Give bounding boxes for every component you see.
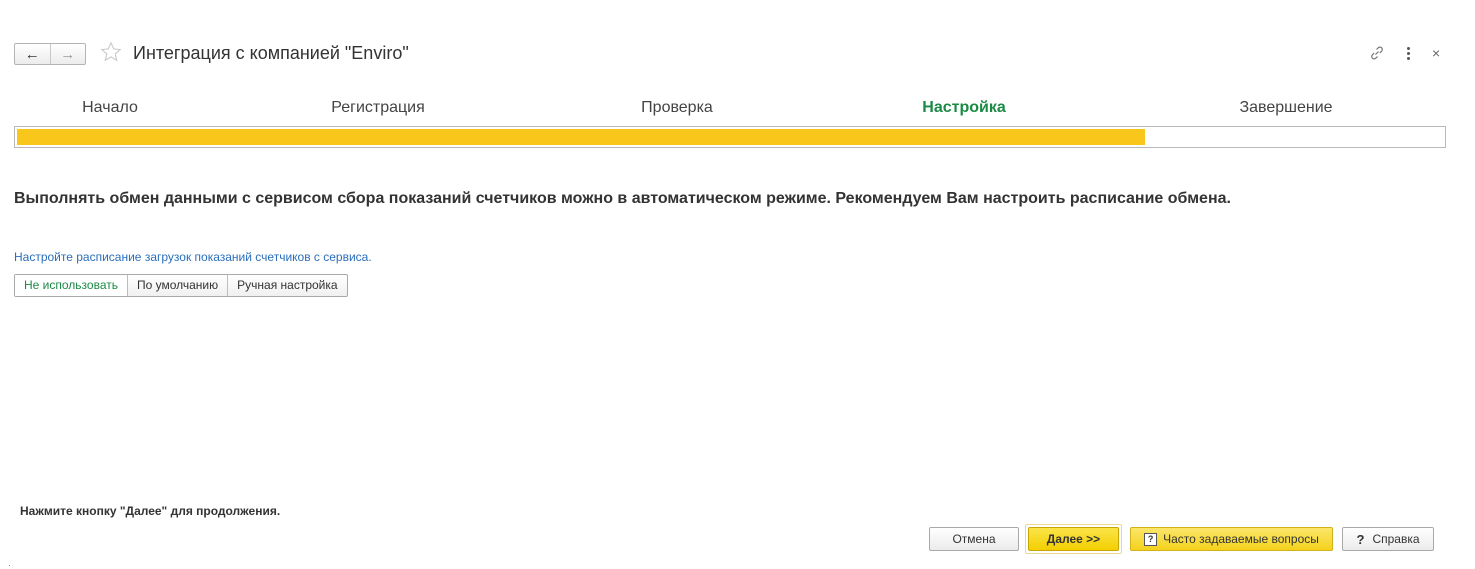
faq-button-label: Часто задаваемые вопросы [1163,532,1319,546]
forward-button[interactable]: → [51,44,86,64]
option-default[interactable]: По умолчанию [126,275,227,296]
more-vertical-icon[interactable] [1402,44,1414,62]
window-title: Интеграция с компанией "Enviro" [133,43,409,63]
star-icon[interactable] [100,41,122,63]
link-icon[interactable] [1369,45,1385,61]
step-finish: Завершение [1239,99,1333,116]
cancel-button-label: Отмена [952,532,996,546]
next-button[interactable]: Далее >> [1028,527,1119,551]
help-icon: ? [1356,531,1365,547]
page-headline: Выполнять обмен данными с сервисом сбора… [14,190,1231,207]
schedule-mode-selector: Не использовать По умолчанию Ручная наст… [14,274,348,297]
faq-icon: ? [1144,532,1158,546]
help-button[interactable]: ? Справка [1342,527,1434,551]
schedule-hint: Настройте расписание загрузок показаний … [14,250,372,264]
corner-dot [9,565,10,566]
cancel-button[interactable]: Отмена [929,527,1019,551]
help-button-label: Справка [1372,532,1420,546]
option-do-not-use[interactable]: Не использовать [15,275,127,296]
option-manual-setup[interactable]: Ручная настройка [227,275,346,296]
step-setup: Настройка [922,99,1006,116]
arrow-left-icon: ← [24,45,40,63]
close-icon[interactable]: × [1432,44,1440,62]
next-button-label: Далее >> [1046,532,1101,546]
faq-button[interactable]: ? Часто задаваемые вопросы [1130,527,1333,551]
step-check: Проверка [641,99,713,116]
progress-fill [17,129,1145,145]
back-button[interactable]: ← [15,44,51,64]
history-nav: ← → [14,43,86,65]
wizard-progress-bar [14,126,1446,148]
step-start: Начало [82,99,138,116]
next-button-focus-frame: Далее >> [1025,524,1122,554]
arrow-right-icon: → [60,45,76,63]
step-registration: Регистрация [331,99,425,116]
continue-instruction: Нажмите кнопку "Далее" для продолжения. [20,504,281,518]
